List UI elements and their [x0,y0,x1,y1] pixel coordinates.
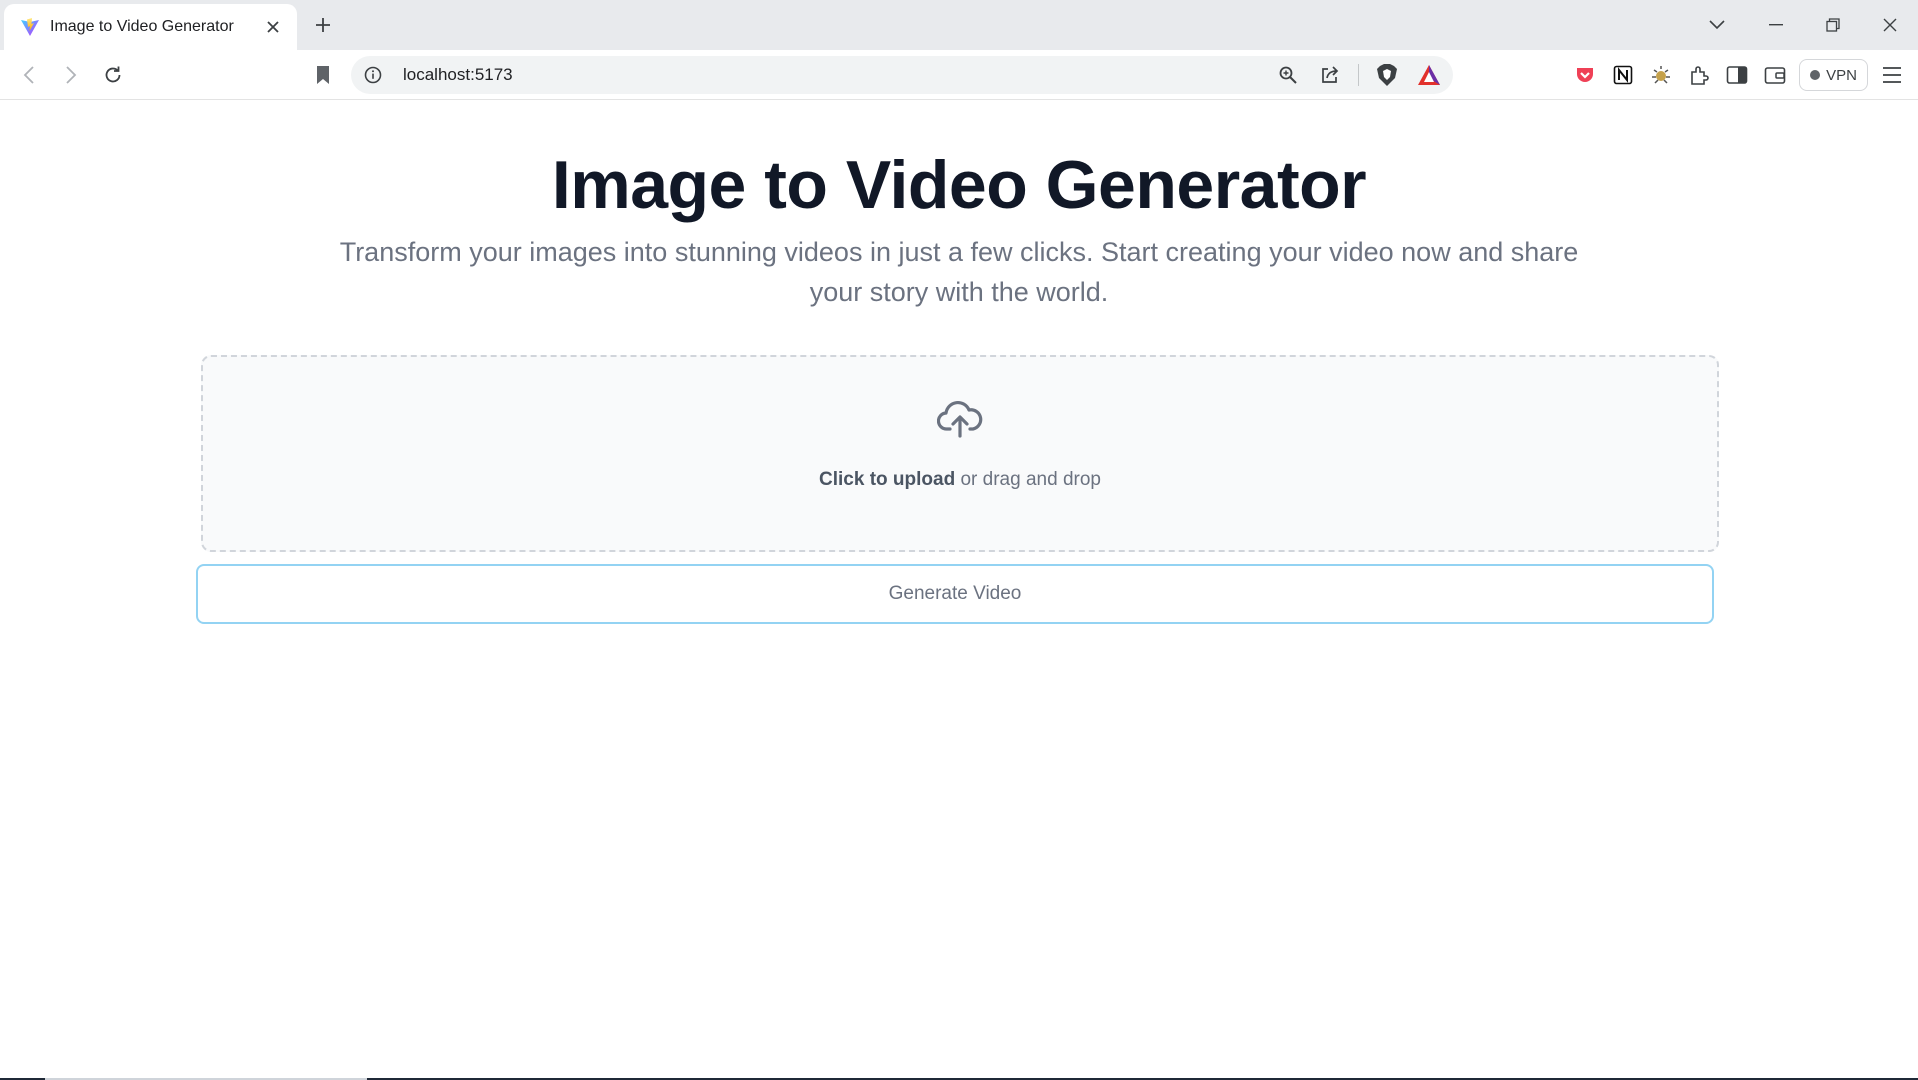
window-controls [1697,0,1918,50]
zoom-icon[interactable] [1274,61,1302,89]
url-text: localhost:5173 [403,65,513,84]
browser-tab[interactable]: Image to Video Generator [4,4,297,50]
forward-icon[interactable] [56,60,86,90]
tab-list-icon[interactable] [1697,0,1737,50]
upload-instructions: Click to upload or drag and drop [203,469,1717,491]
tab-title: Image to Video Generator [50,18,234,35]
restore-icon[interactable] [1804,0,1861,50]
minimize-icon[interactable] [1747,0,1804,50]
back-icon[interactable] [14,60,44,90]
menu-icon[interactable] [1878,61,1906,89]
vpn-label: VPN [1826,66,1857,84]
vpn-button[interactable]: VPN [1799,59,1868,91]
sidebar-icon[interactable] [1723,61,1751,89]
site-info-icon[interactable] [363,65,383,85]
bookmark-icon[interactable] [308,60,338,90]
cloud-upload-icon [937,400,983,438]
tab-strip: Image to Video Generator [0,0,1918,50]
extensions-icon[interactable] [1685,61,1713,89]
extensions-area: VPN [1571,50,1918,100]
brave-rewards-icon[interactable] [1415,61,1443,89]
upload-hint-text: or drag and drop [955,469,1101,490]
wallet-icon[interactable] [1761,61,1789,89]
page-subtitle: Transform your images into stunning vide… [339,237,1579,307]
page-content: Image to Video Generator Transform your … [0,101,1918,1080]
extension-bug-icon[interactable] [1647,61,1675,89]
close-window-icon[interactable] [1861,0,1918,50]
brave-shield-icon[interactable] [1373,61,1401,89]
generate-video-button[interactable]: Generate Video [196,564,1714,624]
reload-icon[interactable] [98,60,128,90]
address-bar-actions [1274,61,1443,89]
upload-link-text[interactable]: Click to upload [819,469,955,490]
vite-logo-icon [21,18,39,36]
close-tab-icon[interactable] [261,15,285,39]
notion-icon[interactable] [1609,61,1637,89]
page-title: Image to Video Generator [551,147,1367,223]
new-tab-icon[interactable] [310,12,336,38]
upload-dropzone[interactable]: Click to upload or drag and drop [201,355,1719,552]
pocket-icon[interactable] [1571,61,1599,89]
address-bar[interactable]: localhost:5173 [351,56,1453,94]
share-icon[interactable] [1316,61,1344,89]
browser-toolbar: localhost:5173 VPN [0,50,1918,100]
vpn-status-icon [1810,70,1821,80]
separator [1358,64,1359,86]
